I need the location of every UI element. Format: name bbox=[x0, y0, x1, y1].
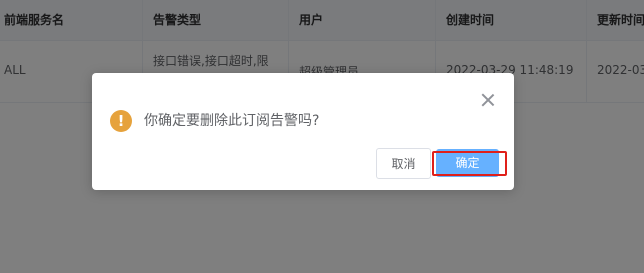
confirm-dialog: ! 你确定要删除此订阅告警吗? 取消 确定 bbox=[92, 73, 514, 190]
confirm-button[interactable]: 确定 bbox=[436, 149, 499, 177]
dialog-message: 你确定要删除此订阅告警吗? bbox=[144, 113, 320, 129]
close-icon[interactable] bbox=[481, 93, 495, 107]
warning-icon: ! bbox=[110, 110, 132, 132]
cancel-button[interactable]: 取消 bbox=[376, 148, 431, 179]
